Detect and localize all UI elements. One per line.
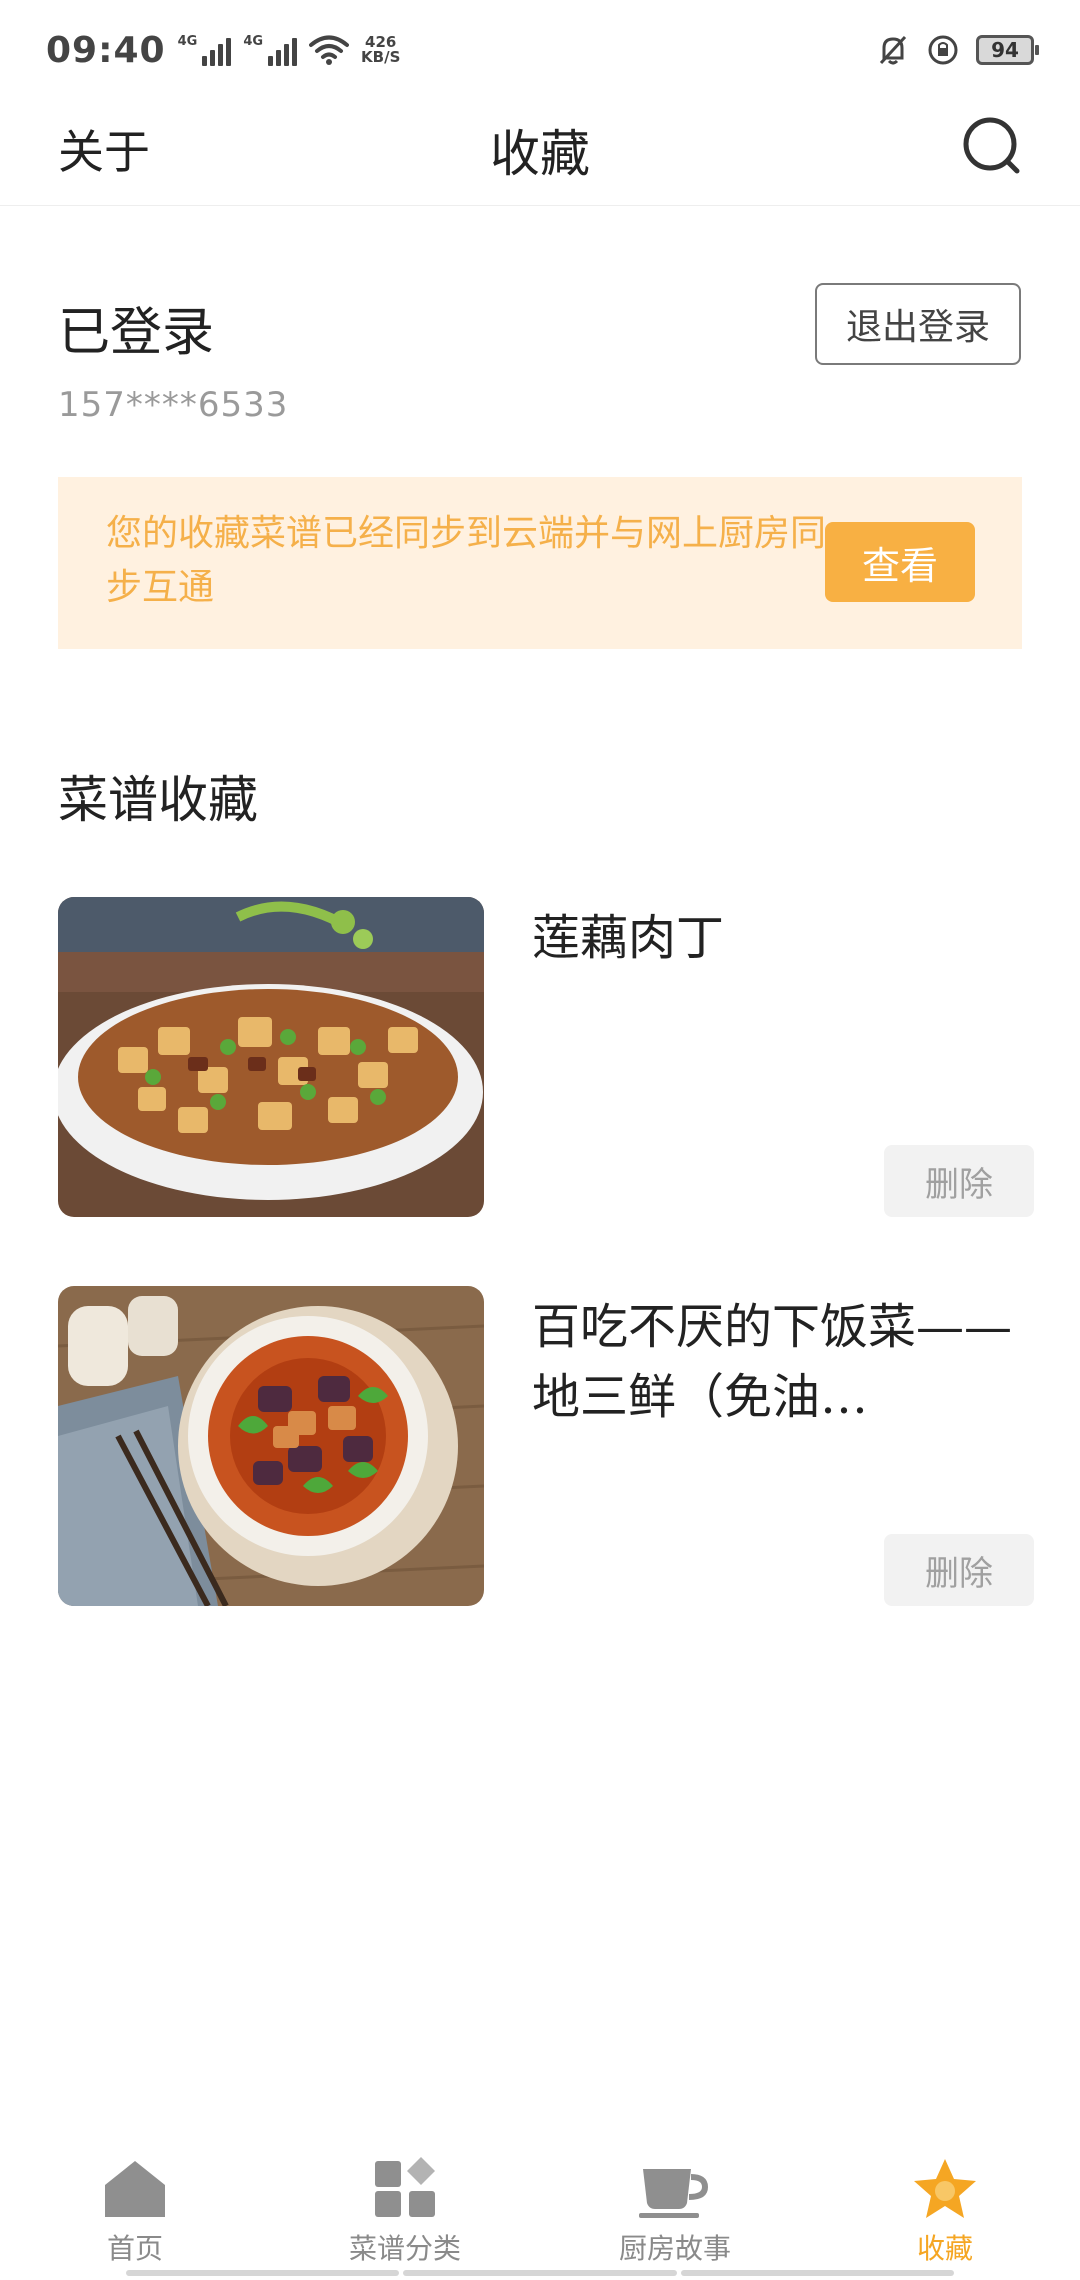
nav-item-kitchen-story[interactable]: 厨房故事 (540, 2140, 810, 2280)
status-bar: 09:40 4G 4G 426 KB/S 94 (0, 0, 1080, 100)
sync-message: 您的收藏菜谱已经同步到云端并与网上厨房同步互通 (106, 513, 827, 608)
delete-button[interactable]: 删除 (884, 1534, 1034, 1606)
star-icon (914, 2159, 976, 2218)
home-icon (105, 2161, 165, 2217)
logout-button[interactable]: 退出登录 (815, 283, 1021, 365)
login-status: 已登录 (58, 303, 215, 363)
di-san-xian-photo (58, 1286, 484, 1606)
search-button[interactable] (960, 114, 1024, 178)
recipe-card[interactable]: 百吃不厌的下饭菜——地三鲜（免油… 删除 (58, 1286, 1034, 1606)
recipe-title[interactable]: 百吃不厌的下饭菜——地三鲜（免油… (532, 1292, 1012, 1432)
cup-icon (639, 2169, 709, 2218)
nav-label: 厨房故事 (618, 2232, 731, 2265)
network-speed: 426 KB/S (361, 35, 400, 65)
signal-type-label: 4G (177, 34, 198, 49)
nav-item-favorites[interactable]: 收藏 (810, 2140, 1080, 2280)
recipe-thumbnail[interactable] (58, 897, 484, 1217)
page-title: 收藏 (490, 125, 590, 183)
rotation-lock-icon (928, 35, 958, 65)
cellular-signal-icon-2: 4G (243, 34, 298, 66)
search-icon (963, 117, 1020, 174)
gesture-bar (126, 2270, 954, 2276)
recipe-thumbnail[interactable] (58, 1286, 484, 1606)
network-speed-unit: KB/S (361, 48, 401, 66)
app-bar: 关于 收藏 (0, 100, 1080, 206)
nav-label: 菜谱分类 (348, 2232, 461, 2265)
status-right: 94 (876, 33, 1039, 67)
sync-banner: 您的收藏菜谱已经同步到云端并与网上厨房同步互通 查看 (58, 477, 1022, 649)
delete-button[interactable]: 删除 (884, 1145, 1034, 1217)
account-phone: 157****6533 (58, 385, 289, 425)
bell-muted-icon (879, 35, 907, 65)
recipe-title[interactable]: 莲藕肉丁 (532, 903, 1012, 973)
category-grid-icon (375, 2157, 435, 2217)
nav-item-category[interactable]: 菜谱分类 (270, 2140, 540, 2280)
nav-label: 收藏 (916, 2232, 973, 2265)
signal-type-label-2: 4G (243, 34, 264, 49)
battery-icon: 94 (976, 35, 1039, 65)
lotus-root-pork-photo (58, 897, 484, 1217)
nav-item-home[interactable]: 首页 (0, 2140, 270, 2280)
status-left: 09:40 4G 4G 426 KB/S (46, 30, 400, 71)
bottom-nav: 首页 菜谱分类 厨房故事 收藏 (0, 2140, 1080, 2280)
nav-label: 首页 (106, 2232, 163, 2265)
recipe-card[interactable]: 莲藕肉丁 删除 (58, 897, 1034, 1217)
view-button[interactable]: 查看 (825, 522, 975, 602)
section-title: 菜谱收藏 (58, 771, 258, 829)
status-time: 09:40 (46, 29, 166, 71)
wifi-icon (309, 35, 350, 65)
cellular-signal-icon: 4G (178, 34, 232, 66)
